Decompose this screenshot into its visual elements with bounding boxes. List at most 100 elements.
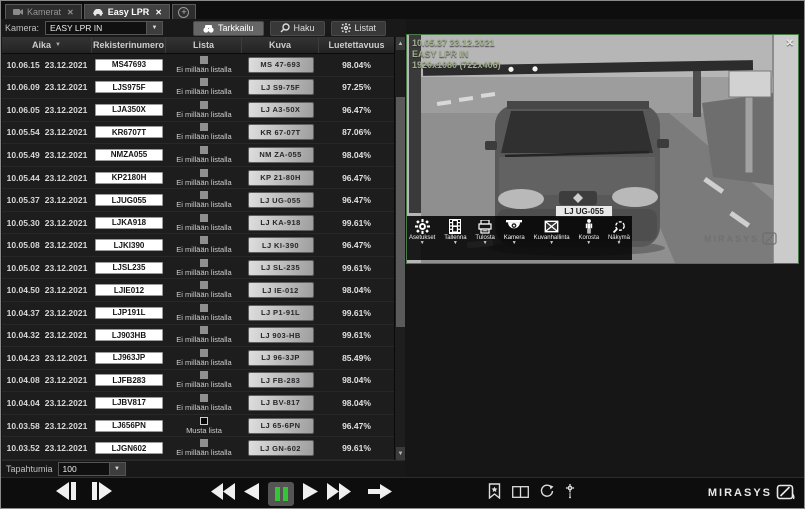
registration-number: LJ903HB [95, 329, 163, 341]
list-cell: Ei millään listalla [166, 302, 242, 324]
table-row[interactable]: 10.04.3223.12.2021LJ903HBEi millään list… [2, 325, 394, 348]
chevron-down-icon[interactable]: ▼ [146, 22, 162, 34]
table-row[interactable]: 10.05.0823.12.2021LJKI390Ei millään list… [2, 234, 394, 257]
close-video-icon[interactable]: ✕ [786, 38, 794, 49]
table-row[interactable]: 10.05.0223.12.2021LJSL235Ei millään list… [2, 257, 394, 280]
events-count-select[interactable]: 100 ▼ [58, 462, 126, 476]
list-checkbox[interactable] [200, 78, 208, 86]
list-checkbox[interactable] [200, 371, 208, 379]
table-row[interactable]: 10.05.5423.12.2021KR6707TEi millään list… [2, 122, 394, 145]
new-tab-button[interactable]: + [172, 4, 196, 19]
scrollbar-thumb[interactable] [396, 97, 405, 327]
tulosta-button[interactable]: Tulosta ▼ [475, 218, 494, 246]
table-row[interactable]: 10.05.4923.12.2021NMZA055Ei millään list… [2, 144, 394, 167]
table-scrollbar[interactable]: ▲ ▼ [394, 37, 405, 460]
rewind-button[interactable] [211, 483, 235, 505]
list-checkbox[interactable] [200, 304, 208, 312]
column-header-luetettavuus[interactable]: Luetettavuus [319, 37, 394, 53]
list-checkbox[interactable] [200, 439, 208, 447]
tallenna-button[interactable]: Tallenna ▼ [444, 218, 466, 246]
table-row[interactable]: 10.05.4423.12.2021KP2180HEi millään list… [2, 167, 394, 190]
kamera-button[interactable]: Kamera ▼ [504, 218, 525, 246]
column-header-rekisterinumero[interactable]: Rekisterinumero [92, 37, 166, 53]
jump-forward-button[interactable] [368, 483, 392, 505]
list-checkbox[interactable] [200, 191, 208, 199]
plate-image: LJ 65-6PN [248, 418, 314, 434]
time-jump-button[interactable] [540, 484, 554, 503]
close-tab-icon[interactable]: ✕ [155, 8, 162, 17]
registration-cell: LJSL235 [92, 257, 166, 279]
table-row[interactable]: 10.04.5023.12.2021LJIE012Ei millään list… [2, 279, 394, 302]
plate-image-cell: LJ IE-012 [242, 279, 319, 301]
haku-button[interactable]: Haku [270, 21, 325, 36]
table-row[interactable]: 10.04.2323.12.2021LJ963JPEi millään list… [2, 347, 394, 370]
reliability-cell: 99.61% [319, 437, 394, 459]
scroll-up-icon[interactable]: ▲ [396, 37, 405, 50]
reliability-value: 96.47% [342, 105, 371, 115]
plate-image-cell: LJ FB-283 [242, 370, 319, 392]
asetukset-button[interactable]: Asetukset ▼ [409, 218, 435, 246]
table-row[interactable]: 10.04.3723.12.2021LJP191LEi millään list… [2, 302, 394, 325]
registration-cell: LJGN602 [92, 437, 166, 459]
list-checkbox[interactable] [200, 349, 208, 357]
tab-kamerat[interactable]: Kamerat ✕ [5, 4, 82, 19]
registration-number: KR6707T [95, 126, 163, 138]
event-time: 10.06.1523.12.2021 [2, 54, 92, 76]
list-checkbox[interactable] [200, 281, 208, 289]
table-row[interactable]: 10.06.1523.12.2021MS47693Ei millään list… [2, 54, 394, 77]
table-row[interactable]: 10.03.5223.12.2021LJGN602Ei millään list… [2, 437, 394, 460]
column-header-kuva[interactable]: Kuva [242, 37, 319, 53]
nakyma-button[interactable]: Näkymä ▼ [608, 218, 630, 246]
table-row[interactable]: 10.04.0823.12.2021LJFB283Ei millään list… [2, 370, 394, 393]
settings-pin-button[interactable] [565, 484, 575, 504]
list-checkbox[interactable] [200, 101, 208, 109]
list-checkbox[interactable] [200, 214, 208, 222]
registration-cell: LJ903HB [92, 325, 166, 347]
time-value: 10.04.32 [7, 330, 40, 340]
list-checkbox[interactable] [200, 56, 208, 64]
event-time: 10.06.0523.12.2021 [2, 99, 92, 121]
camera-select[interactable]: EASY LPR IN ▼ [45, 21, 163, 35]
table-row[interactable]: 10.06.0923.12.2021LJS975FEi millään list… [2, 77, 394, 100]
time-value: 10.04.50 [7, 285, 40, 295]
bookmark-button[interactable] [488, 483, 501, 504]
previous-event-button[interactable] [56, 482, 78, 505]
list-checkbox[interactable] [200, 236, 208, 244]
list-status: Ei millään listalla [176, 394, 231, 412]
table-row[interactable]: 10.05.3723.12.2021LJUG055Ei millään list… [2, 189, 394, 212]
pause-button[interactable] [268, 482, 294, 506]
plate-image-cell: NM ZA-055 [242, 144, 319, 166]
table-row[interactable]: 10.04.0423.12.2021LJBV817Ei millään list… [2, 392, 394, 415]
video-panel[interactable]: 10.05.37 23.12.2021 EASY LPR IN 1920x108… [406, 34, 799, 264]
list-checkbox[interactable] [200, 417, 208, 425]
chevron-down-icon[interactable]: ▼ [109, 463, 125, 475]
table-row[interactable]: 10.05.3023.12.2021LJKA918Ei millään list… [2, 212, 394, 235]
tarkkailu-button[interactable]: Tarkkailu [193, 21, 264, 36]
column-header-aika[interactable]: Aika▼ [2, 37, 92, 53]
event-time: 10.04.2323.12.2021 [2, 347, 92, 369]
list-checkbox[interactable] [200, 146, 208, 154]
play-button[interactable] [303, 483, 318, 505]
korosta-button[interactable]: Korosta ▼ [578, 218, 599, 246]
column-header-lista[interactable]: Lista [166, 37, 242, 53]
list-checkbox[interactable] [200, 169, 208, 177]
table-row[interactable]: 10.03.5823.12.2021LJ656PNMusta listaLJ 6… [2, 415, 394, 438]
date-value: 23.12.2021 [45, 330, 88, 340]
list-checkbox[interactable] [200, 259, 208, 267]
date-value: 23.12.2021 [45, 443, 88, 453]
fast-forward-button[interactable] [327, 483, 351, 505]
table-row[interactable]: 10.06.0523.12.2021LJA350XEi millään list… [2, 99, 394, 122]
list-checkbox[interactable] [200, 394, 208, 402]
panels-button[interactable] [512, 485, 529, 503]
reliability-value: 85.49% [342, 353, 371, 363]
listat-button[interactable]: Listat [331, 21, 387, 36]
close-tab-icon[interactable]: ✕ [67, 8, 74, 17]
next-event-button[interactable] [90, 482, 112, 505]
scroll-down-icon[interactable]: ▼ [396, 447, 405, 460]
list-checkbox[interactable] [200, 326, 208, 334]
plate-image: LJ BV-817 [248, 395, 314, 411]
tab-easy-lpr[interactable]: Easy LPR ✕ [84, 4, 170, 19]
list-checkbox[interactable] [200, 123, 208, 131]
kuvanhallinta-button[interactable]: Kuvanhallinta ▼ [534, 218, 570, 246]
play-backward-button[interactable] [244, 483, 259, 505]
